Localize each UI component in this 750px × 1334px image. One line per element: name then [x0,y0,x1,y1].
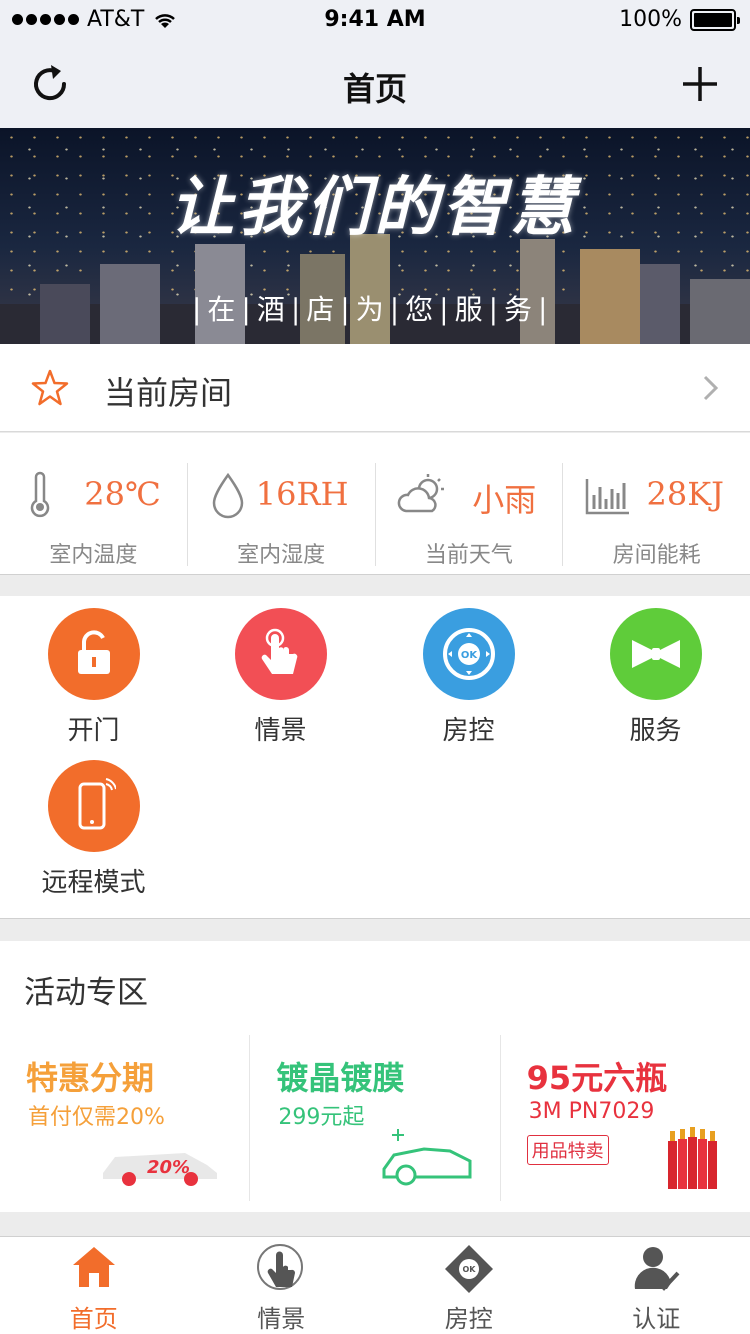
stat-label: 室内温度 [49,543,138,568]
stat-humidity: 16RH 室内湿度 [188,463,376,568]
func-icon-circle [234,608,327,700]
banner-headline: 让我们的智慧 [170,170,578,245]
activity-card-products[interactable]: 95元六瓶 3M PN7029 用品特卖 [501,1035,750,1201]
func-label: 开门 [67,716,120,746]
star-icon [31,369,69,406]
status-bar: AT&T 9:41 AM 100% [0,0,750,40]
func-icon-circle [47,760,140,852]
card-title: 95元六瓶 [526,1059,668,1097]
activity-card-coating[interactable]: 镀晶镀膜 299元起 [250,1035,501,1201]
tab-label: 首页 [69,1305,118,1333]
func-label: 远程模式 [41,868,146,898]
stat-energy: 28KJ 房间能耗 [563,463,750,568]
svg-text:OK: OK [462,1265,476,1274]
page-title: 首页 [342,70,407,108]
activity-section: 活动专区 特惠分期 首付仅需20% 20% 镀晶镀膜 299元起 95元六瓶 3… [0,941,750,1212]
unlock-icon [77,630,110,674]
add-button[interactable] [674,58,726,110]
card-subtitle: 首付仅需20% [28,1105,165,1130]
stat-weather: 小雨 当前天气 [376,463,564,568]
remote-control-icon: OK [444,1245,493,1293]
current-room-row[interactable]: 当前房间 [0,344,750,432]
touch-hand-icon [257,1244,304,1290]
svg-text:OK: OK [460,650,478,661]
remote-control-icon: OK [442,628,495,680]
card-badge: 20% [147,1157,190,1178]
current-room-label: 当前房间 [104,374,233,412]
sports-car-icon [382,1129,472,1186]
tab-scene[interactable]: 情景 [188,1237,376,1334]
bowtie-icon [631,640,680,668]
func-icon-circle: OK [422,608,515,700]
droplet-icon [212,472,244,519]
func-scene[interactable]: 情景 [187,608,374,747]
tab-bar: 首页 情景 OK 房控 认证 [0,1236,750,1334]
card-title: 镀晶镀膜 [276,1059,405,1097]
stat-label: 当前天气 [424,543,513,568]
func-open-door[interactable]: 开门 [0,608,187,747]
touch-hand-icon [261,628,297,674]
room-stats: 28℃ 室内温度 16RH 室内湿度 小雨 当前天气 28KJ 房间能耗 [0,433,750,575]
user-check-icon [635,1247,680,1291]
function-grid: 开门 情景 OK 房控 服务 远程模式 [0,596,750,919]
tab-label: 认证 [632,1305,681,1333]
smartphone-icon [78,778,116,830]
bottles-icon [667,1127,717,1189]
stat-value: 28℃ [84,475,161,513]
home-icon [72,1247,115,1287]
chevron-right-icon [703,375,719,401]
tab-label: 房控 [444,1305,493,1333]
card-subtitle: 299元起 [278,1105,365,1130]
banner-subline: |在|酒|店|为|您|服|务| [192,293,554,326]
energy-chart-icon [586,479,630,515]
nav-bar: 首页 [0,40,750,128]
stat-value: 16RH [255,475,349,513]
card-tag: 用品特卖 [526,1135,609,1165]
tab-home[interactable]: 首页 [0,1237,188,1334]
activity-heading: 活动专区 [24,975,148,1011]
plus-icon [683,67,717,101]
activity-card-installment[interactable]: 特惠分期 首付仅需20% 20% [0,1035,251,1201]
func-service[interactable]: 服务 [562,608,749,747]
func-label: 房控 [442,716,495,746]
battery-percent: 100% [619,7,682,32]
tab-room-control[interactable]: OK 房控 [375,1237,563,1334]
card-title: 特惠分期 [26,1059,155,1097]
car-icon: 20% [103,1153,218,1186]
stat-value: 28KJ [646,475,724,513]
tab-label: 情景 [257,1305,306,1333]
card-subtitle: 3M PN7029 [528,1099,655,1124]
activity-cards: 特惠分期 首付仅需20% 20% 镀晶镀膜 299元起 95元六瓶 3M PN7… [0,1035,750,1201]
stat-value: 小雨 [472,481,537,519]
battery-icon [690,8,740,31]
stat-label: 室内湿度 [237,543,326,568]
func-label: 服务 [629,716,682,746]
func-icon-circle [47,608,140,700]
thermometer-icon [30,471,50,518]
cloud-sun-icon [397,474,444,513]
func-label: 情景 [254,716,307,746]
promo-banner[interactable]: 让我们的智慧 |在|酒|店|为|您|服|务| [0,128,750,344]
func-icon-circle [609,608,702,700]
func-remote-mode[interactable]: 远程模式 [0,760,187,899]
status-right: 100% [619,7,740,32]
stat-label: 房间能耗 [612,543,701,568]
func-room-control[interactable]: OK 房控 [375,608,562,747]
tab-verify[interactable]: 认证 [563,1237,750,1334]
stat-temperature: 28℃ 室内温度 [0,463,188,568]
